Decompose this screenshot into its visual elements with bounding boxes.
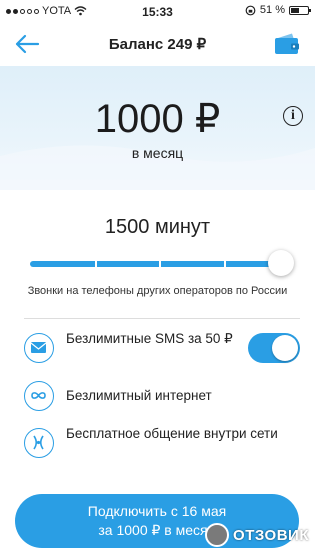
minutes-label: 1500 минут <box>104 216 211 238</box>
feature-internet-label: Безлимитный интернет <box>66 388 212 403</box>
slider-segment-separator <box>159 261 161 267</box>
feature-network-label: Бесплатное общение внутри сети <box>66 426 278 441</box>
status-right: 51 % <box>245 4 311 16</box>
rotation-lock-icon <box>245 5 256 15</box>
tariff-price: 1000 ₽ <box>94 97 221 141</box>
watermark-logo-icon <box>205 523 230 547</box>
watermark-text: ОТЗОВИК <box>233 526 309 544</box>
slider-segment-separator <box>95 261 97 267</box>
feature-network: Бесплатное общение внутри сети <box>24 425 300 461</box>
nav-bar: Баланс 249 ₽ <box>0 22 315 66</box>
minutes-hint: Звонки на телефоны других операторов по … <box>27 285 288 297</box>
feature-sms-label: Безлимитные SMS за 50 ₽ <box>66 331 233 346</box>
watermark: ОТЗОВИК <box>205 518 309 552</box>
info-icon[interactable]: i <box>283 106 303 126</box>
tariff-price-panel: 1000 ₽ в месяц i <box>0 66 315 190</box>
slider-segment-separator <box>224 261 226 267</box>
envelope-icon <box>24 333 54 363</box>
slider-knob[interactable] <box>268 250 294 276</box>
sms-toggle[interactable] <box>248 333 300 363</box>
feature-sms: Безлимитные SMS за 50 ₽ <box>24 330 300 366</box>
divider <box>24 318 300 319</box>
battery-icon <box>289 5 311 15</box>
wallet-icon[interactable] <box>273 32 301 56</box>
slider-track <box>30 261 281 267</box>
tariff-period: в месяц <box>131 145 184 161</box>
battery-percent: 51 % <box>259 4 285 16</box>
infinity-icon <box>24 381 54 411</box>
feature-internet: Безлимитный интернет <box>24 381 300 411</box>
status-bar: YOTA 15:33 51 % <box>0 0 315 22</box>
minutes-slider[interactable] <box>30 250 294 276</box>
page-title: Баланс 249 ₽ <box>108 36 207 53</box>
toggle-knob <box>272 335 298 361</box>
network-icon <box>24 428 54 458</box>
